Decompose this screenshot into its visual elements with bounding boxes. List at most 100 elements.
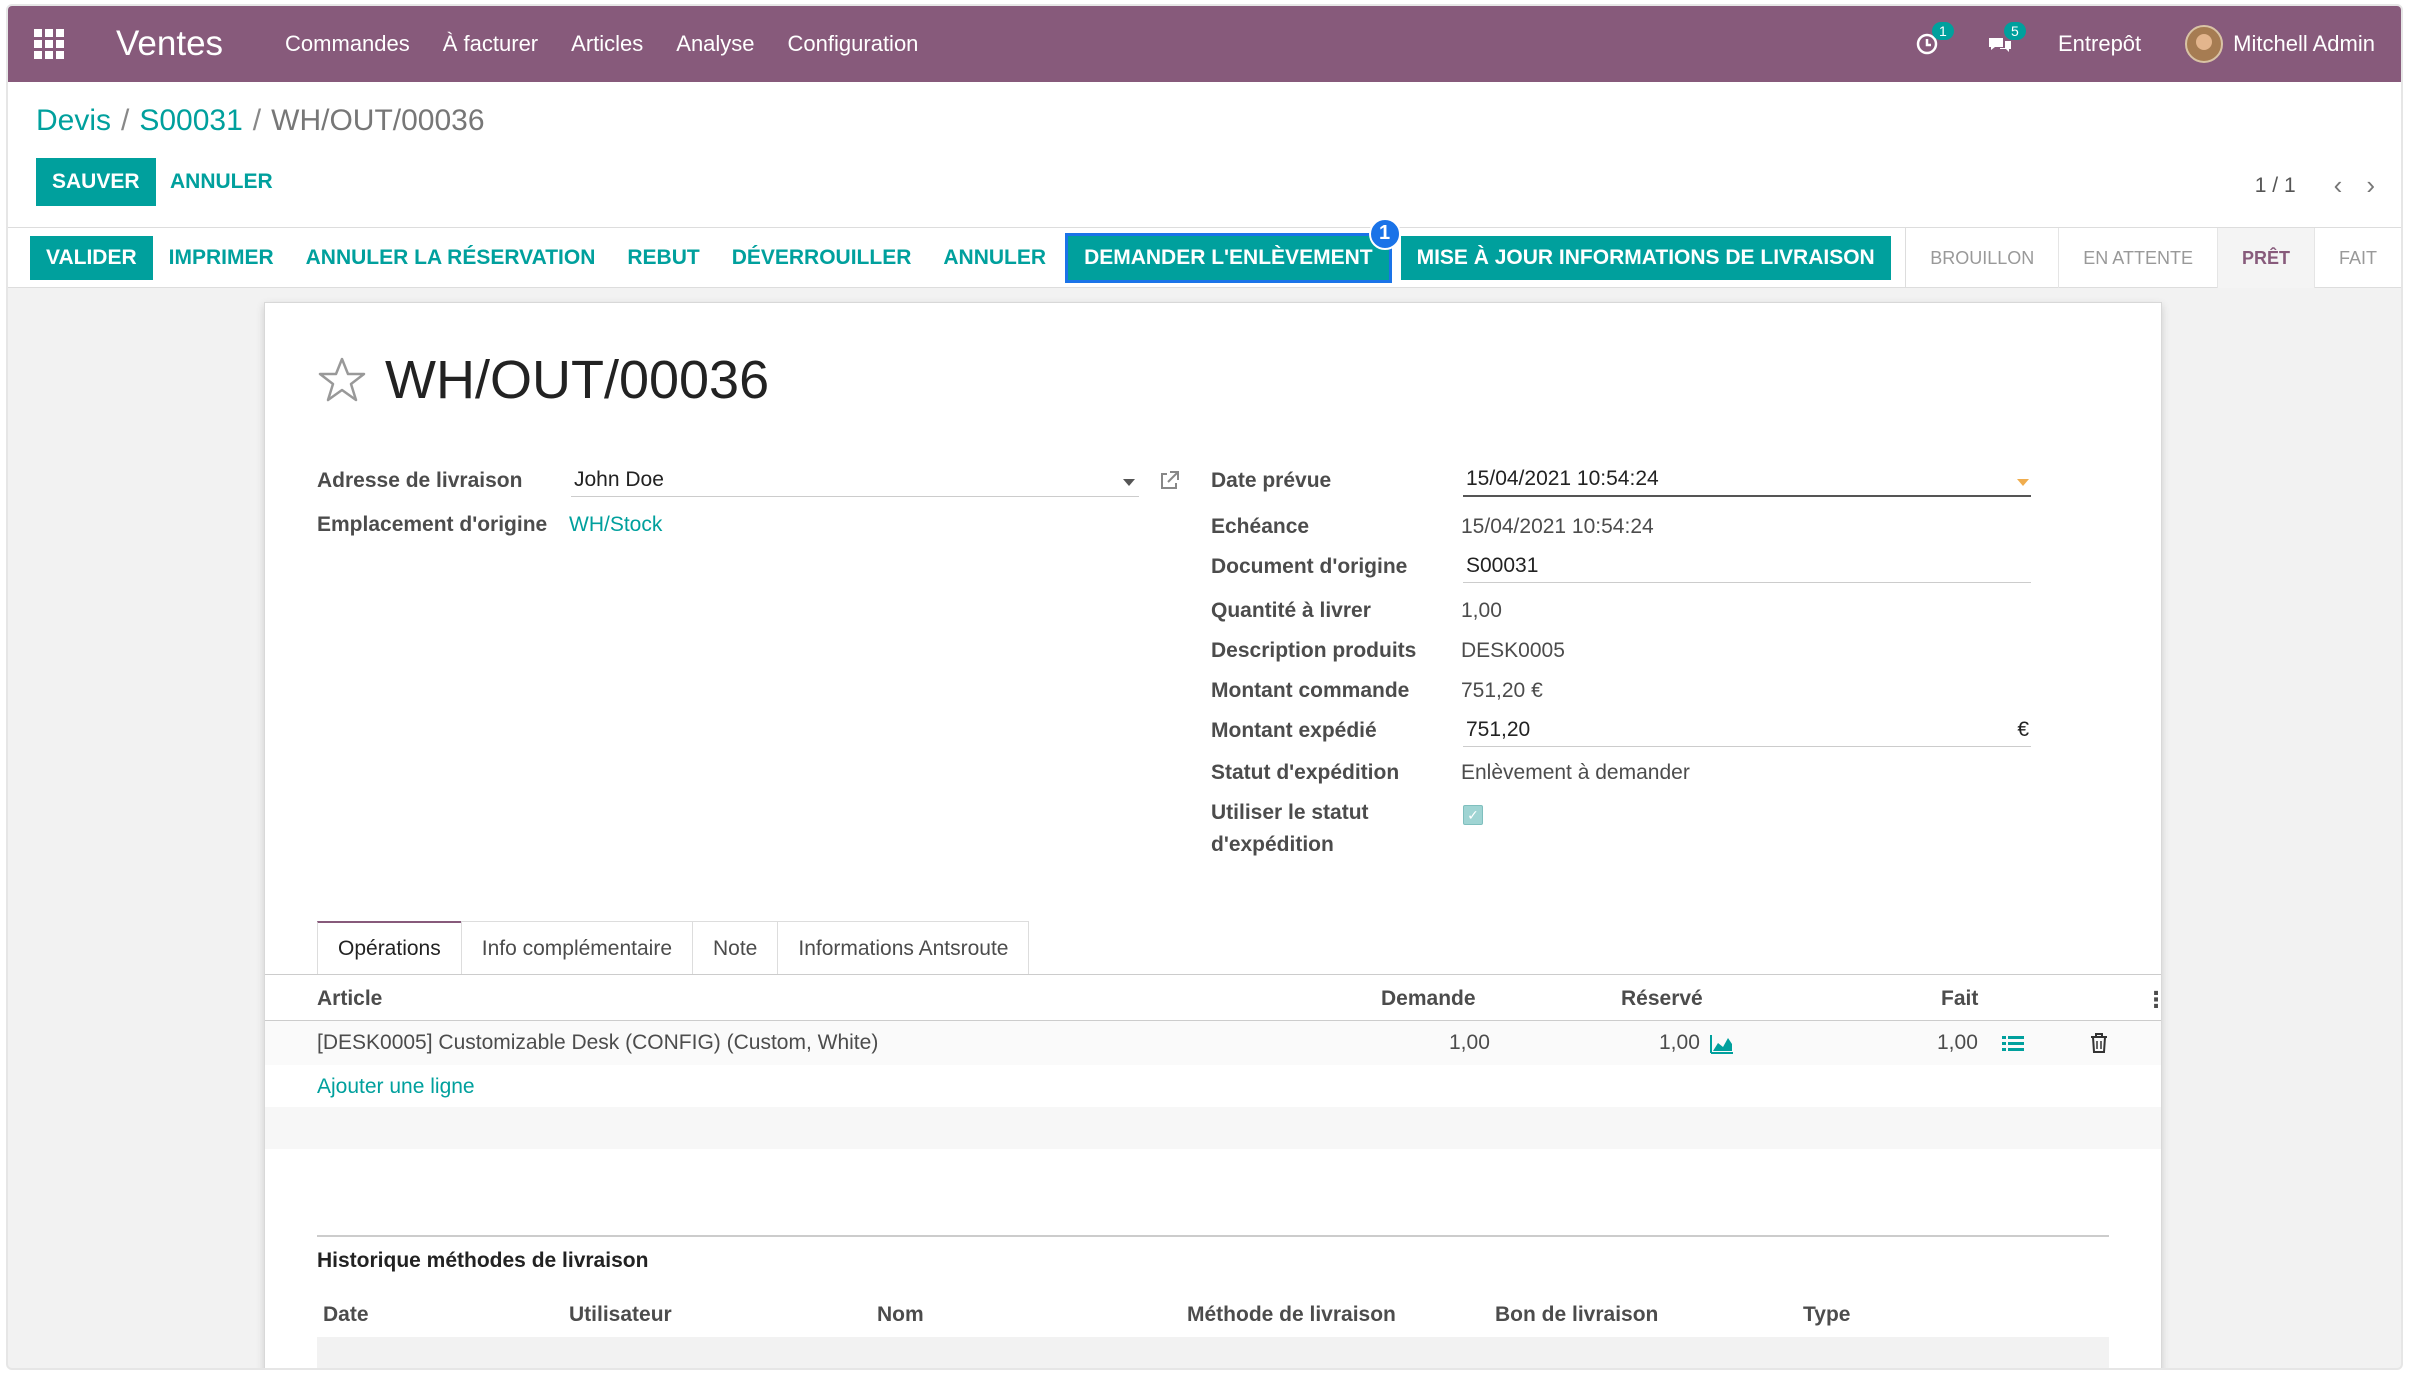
print-button[interactable]: IMPRIMER — [153, 236, 290, 280]
quantity-value: 1,00 — [1461, 599, 1502, 622]
discard-button[interactable]: ANNULER — [170, 158, 273, 206]
form-sheet: WH/OUT/00036 Adresse de livraison John D… — [264, 302, 2167, 1368]
delivery-address-field[interactable]: John Doe — [571, 463, 1139, 497]
tab-antsroute-info[interactable]: Informations Antsroute — [777, 921, 1030, 975]
add-line-row — [265, 1065, 2161, 1107]
menu-item-to-invoice[interactable]: À facturer — [443, 31, 538, 57]
menu-item-configuration[interactable]: Configuration — [788, 31, 919, 57]
external-link-icon[interactable] — [1157, 469, 1181, 493]
scheduled-date-value: 15/04/2021 10:54:24 — [1466, 467, 1659, 490]
notebook-tabs: Opérations Info complémentaire Note Info… — [317, 921, 1030, 975]
col-delivery-method[interactable]: Méthode de livraison — [1187, 1303, 1396, 1327]
order-amount-value: 751,20 € — [1461, 679, 1543, 702]
table-row[interactable]: [DESK0005] Customizable Desk (CONFIG) (C… — [265, 1021, 2161, 1065]
shipped-amount-label: Montant expédié — [1211, 719, 1377, 742]
history-title: Historique méthodes de livraison — [317, 1249, 649, 1272]
trash-icon[interactable] — [2089, 1032, 2109, 1054]
stage-draft[interactable]: BROUILLON — [1906, 228, 2058, 288]
order-amount-label: Montant commande — [1211, 679, 1410, 702]
step-badge: 1 — [1368, 217, 1401, 250]
main-menu: Commandes À facturer Articles Analyse Co… — [285, 31, 918, 57]
delivery-address-label: Adresse de livraison — [317, 469, 523, 492]
col-name[interactable]: Nom — [877, 1303, 924, 1327]
update-delivery-info-button[interactable]: MISE À JOUR INFORMATIONS DE LIVRAISON — [1400, 235, 1891, 280]
origin-document-field[interactable]: S00031 — [1463, 549, 2031, 583]
pager-value[interactable]: 1 / 1 — [2255, 174, 2296, 198]
shipping-status-label: Statut d'expédition — [1211, 761, 1400, 784]
detailed-operations-icon[interactable] — [2001, 1033, 2025, 1055]
source-location-link[interactable]: WH/Stock — [569, 513, 662, 537]
col-date[interactable]: Date — [323, 1303, 369, 1327]
delivery-address-value: John Doe — [574, 467, 664, 491]
page-title: WH/OUT/00036 — [385, 350, 770, 410]
history-separator — [317, 1235, 2109, 1237]
shipped-amount-field[interactable]: 751,20 € — [1463, 713, 2031, 747]
tab-additional-info[interactable]: Info complémentaire — [460, 921, 693, 975]
col-user[interactable]: Utilisateur — [569, 1303, 672, 1327]
col-done[interactable]: Fait — [1941, 987, 1978, 1011]
save-button[interactable]: SAUVER — [36, 158, 156, 206]
history-table-body — [317, 1337, 2109, 1368]
quantity-label: Quantité à livrer — [1211, 599, 1371, 622]
app-brand[interactable]: Ventes — [116, 24, 223, 64]
company-switcher[interactable]: Entrepôt — [2058, 31, 2141, 57]
forecast-chart-icon[interactable] — [1709, 1033, 1735, 1055]
stage-done[interactable]: FAIT — [2313, 228, 2401, 288]
row-reserved: 1,00 — [1659, 1031, 1700, 1054]
col-demand[interactable]: Demande — [1381, 987, 1476, 1011]
chevron-down-icon[interactable] — [1123, 479, 1135, 486]
source-location-label: Emplacement d'origine — [317, 513, 548, 536]
scheduled-date-label: Date prévue — [1211, 469, 1332, 492]
col-reserved[interactable]: Réservé — [1621, 987, 1703, 1011]
use-shipping-status-label: Utiliser le statut — [1211, 801, 1369, 824]
col-article[interactable]: Article — [317, 987, 382, 1011]
request-pickup-button[interactable]: DEMANDER L'ENLÈVEMENT 1 — [1065, 217, 1401, 283]
column-options-icon[interactable]: ⋮ — [2145, 987, 2167, 1013]
activity-count-badge: 1 — [1931, 22, 1954, 40]
col-delivery-slip[interactable]: Bon de livraison — [1495, 1303, 1658, 1327]
breadcrumb-quotations[interactable]: Devis — [36, 104, 111, 137]
user-name: Mitchell Admin — [2233, 31, 2375, 56]
request-pickup-label: DEMANDER L'ENLÈVEMENT — [1084, 245, 1373, 269]
breadcrumb: Devis / S00031/WH/OUT/00036 — [36, 104, 485, 137]
user-menu[interactable]: Mitchell Admin — [2185, 25, 2375, 63]
messages-count-badge: 5 — [2003, 22, 2026, 40]
top-navbar: Ventes Commandes À facturer Articles Ana… — [8, 6, 2401, 82]
unreserve-button[interactable]: ANNULER LA RÉSERVATION — [290, 236, 612, 280]
unlock-button[interactable]: DÉVERROUILLER — [716, 236, 928, 280]
chevron-right-icon[interactable]: › — [2366, 170, 2375, 201]
breadcrumb-sale-order[interactable]: S00031 — [139, 104, 242, 137]
tab-operations[interactable]: Opérations — [317, 921, 462, 975]
stage-waiting[interactable]: EN ATTENTE — [2058, 228, 2217, 288]
shipped-amount-value: 751,20 — [1466, 717, 1531, 741]
menu-item-orders[interactable]: Commandes — [285, 31, 410, 57]
navbar-systray: 1 5 Entrepôt Mitchell Admin — [1914, 22, 2375, 63]
stage-pipeline: BROUILLON EN ATTENTE PRÊT FAIT — [1905, 228, 2401, 288]
row-article: [DESK0005] Customizable Desk (CONFIG) (C… — [317, 1031, 879, 1054]
cancel-button[interactable]: ANNULER — [927, 236, 1062, 280]
shipping-status-value: Enlèvement à demander — [1461, 761, 1690, 784]
pager: 1 / 1 ‹ › — [2255, 170, 2375, 201]
history-table-header: Date Utilisateur Nom Méthode de livraiso… — [317, 1293, 2109, 1337]
chevron-left-icon[interactable]: ‹ — [2334, 170, 2343, 201]
use-shipping-status-label-2: d'expédition — [1211, 833, 1334, 856]
use-shipping-status-checkbox[interactable]: ✓ — [1463, 805, 1483, 825]
product-description-value: DESK0005 — [1461, 639, 1565, 662]
messages-chat-icon[interactable]: 5 — [1986, 22, 2026, 58]
add-line-link[interactable]: Ajouter une ligne — [317, 1075, 475, 1099]
chevron-down-icon[interactable] — [2017, 479, 2029, 486]
scheduled-date-field[interactable]: 15/04/2021 10:54:24 — [1463, 463, 2031, 497]
stage-ready[interactable]: PRÊT — [2216, 228, 2314, 288]
row-demand: 1,00 — [1449, 1031, 1490, 1054]
currency-symbol: € — [2017, 717, 2029, 741]
validate-button[interactable]: VALIDER — [30, 235, 153, 280]
activity-clock-icon[interactable]: 1 — [1914, 22, 1954, 58]
col-type[interactable]: Type — [1803, 1303, 1850, 1327]
scrap-button[interactable]: REBUT — [611, 236, 715, 280]
deadline-value: 15/04/2021 10:54:24 — [1461, 515, 1654, 538]
menu-item-reporting[interactable]: Analyse — [676, 31, 754, 57]
star-icon[interactable] — [317, 355, 367, 405]
apps-menu-icon[interactable] — [34, 29, 64, 59]
tab-note[interactable]: Note — [692, 921, 779, 975]
menu-item-products[interactable]: Articles — [571, 31, 643, 57]
